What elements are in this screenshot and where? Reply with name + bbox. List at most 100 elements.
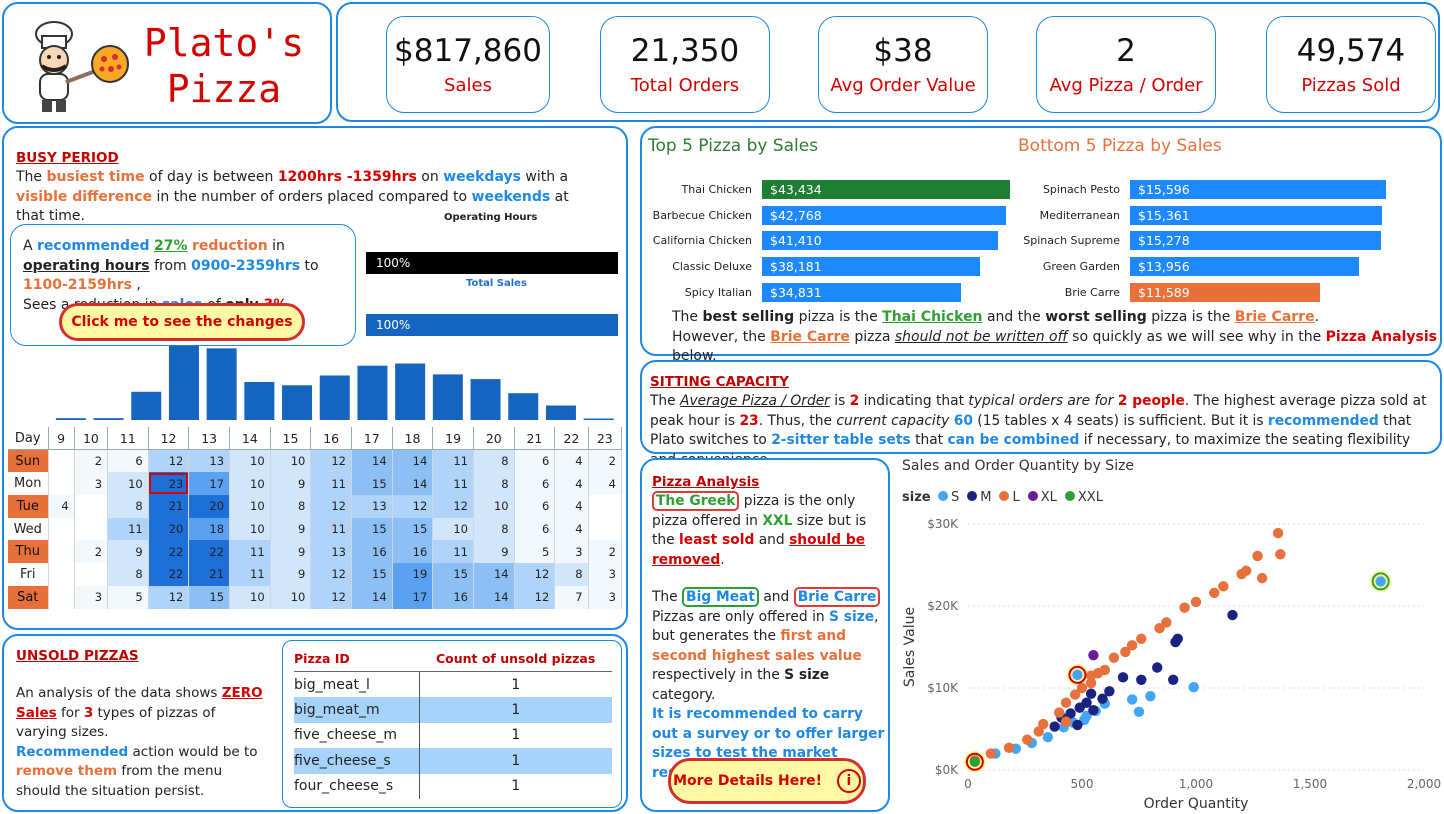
heatmap-cell: [588, 495, 623, 518]
scatter-point: [1104, 686, 1115, 697]
heatmap-cell: 17: [392, 585, 434, 609]
hour-day-heatmap: Day 9 10 11 12 13 14 15 16 17 18 19 20 21 22 23 Sun 2 6 12 1…: [8, 427, 623, 609]
heatmap-cell: 4: [554, 472, 589, 496]
heatmap-cell: 21: [148, 495, 190, 518]
heatmap-cell: 9: [107, 540, 149, 564]
heatmap-cell: 13: [310, 540, 352, 564]
heatmap-cell: 6: [514, 495, 556, 518]
hour-label: 14: [229, 427, 271, 451]
heatmap-cell: 16: [392, 540, 434, 564]
sales-quantity-scatter-plot: $0K $10K $20K $30K 0 500 1,000 1,500 2,000 Order …: [902, 517, 1441, 812]
heatmap-cell: 10: [107, 472, 149, 496]
hourly-orders-column-chart: [55, 345, 614, 420]
kpi-label: Avg Pizza / Order: [1049, 75, 1203, 96]
hour-label: 15: [270, 427, 312, 451]
scatter-point: [1188, 681, 1199, 693]
scatter-title: Sales and Order Quantity by Size: [902, 458, 1135, 474]
scatter-point: [1117, 672, 1129, 683]
heatmap-cell: 10: [229, 585, 271, 609]
heatmap-cell: 9: [473, 540, 515, 564]
unsold-pizzas-panel: UNSOLD PIZZAS An analysis of the data sh…: [2, 634, 628, 812]
heatmap-cell: 20: [148, 517, 190, 541]
kpi-label: Pizzas Sold: [1301, 75, 1401, 96]
heatmap-row: Sat 3 5 12 15 10 10 12 14 17 16 14 12 7 3: [8, 585, 623, 609]
scatter-point: [1038, 718, 1049, 730]
hour-label: 18: [392, 427, 434, 451]
pizza-analysis-panel: Pizza Analysis The Greek pizza is the on…: [640, 458, 890, 812]
app-title-line2: Pizza: [166, 67, 282, 111]
scatter-point: [1168, 674, 1179, 685]
bar-category-label: Spicy Italian: [684, 285, 752, 299]
heatmap-cell: 6: [514, 517, 556, 541]
legend-entry: S: [938, 490, 959, 505]
busy-period-panel: BUSY PERIOD The busiest time of day is b…: [2, 126, 628, 630]
heatmap-cell: [74, 517, 109, 541]
scatter-point: [1003, 742, 1015, 754]
legend-entry: L: [999, 490, 1020, 505]
day-label: Wed: [8, 517, 49, 541]
see-changes-button[interactable]: Click me to see the changes ↶: [59, 303, 305, 364]
heatmap-cell: 8: [270, 495, 312, 518]
heatmap-cell: 14: [351, 449, 393, 473]
heatmap-cell: [48, 585, 75, 609]
bar-category-label: Spinach Supreme: [1023, 234, 1120, 248]
scatter-point: [969, 756, 981, 767]
heatmap-cell: 7: [554, 585, 589, 609]
operating-hours-value: 100%: [376, 256, 411, 270]
hourly-bar: [432, 374, 463, 420]
heatmap-cell: 12: [148, 585, 190, 609]
heatmap-cell: 11: [229, 540, 271, 564]
scatter-point: [1145, 691, 1156, 702]
scatter-point: [1085, 688, 1097, 699]
day-label: Fri: [8, 563, 49, 586]
busy-period-heading: BUSY PERIOD: [16, 150, 119, 166]
best-worst-text: The best selling pizza is the Thai Chick…: [672, 309, 1437, 364]
scatter-point: [1375, 576, 1386, 587]
scatter-point: [1190, 596, 1202, 608]
operating-hours-bar: 100%: [366, 252, 618, 274]
more-details-button[interactable]: More Details Here! i: [668, 758, 866, 804]
heatmap-cell: 10: [270, 449, 312, 473]
hour-label: 20: [473, 427, 515, 451]
total-sales-title: Total Sales: [466, 278, 527, 289]
hour-label: 21: [514, 427, 556, 451]
heatmap-cell: 19: [392, 563, 434, 586]
table-row: five_cheese_m 1: [294, 722, 612, 748]
heatmap-cell: 4: [554, 449, 589, 473]
scatter-point: [1088, 704, 1099, 716]
heatmap-cell: 12: [514, 563, 556, 586]
y-tick-label: $0K: [935, 763, 959, 777]
col-pizza-id: Pizza ID: [294, 646, 420, 672]
scatter-point: [1136, 633, 1147, 644]
y-axis-label: Sales Value: [902, 607, 918, 687]
heatmap-cell: 9: [270, 472, 312, 496]
heatmap-cell: 18: [188, 517, 231, 541]
sitting-heading: SITTING CAPACITY: [650, 374, 789, 390]
bar: $43,434: [762, 180, 1010, 199]
scatter-chart-area: Sales and Order Quantity by Size size SM…: [894, 458, 1442, 812]
top-bottom-panel: Top 5 Pizza by Sales Bottom 5 Pizza by S…: [640, 126, 1442, 364]
scatter-point: [1240, 565, 1252, 576]
hourly-bar: [470, 379, 501, 420]
unsold-heading: UNSOLD PIZZAS: [16, 648, 139, 664]
kpi-value: 21,350: [630, 33, 740, 69]
heatmap-cell: 14: [351, 585, 393, 609]
heatmap-cell: 16: [432, 585, 474, 609]
bar: $38,181: [762, 257, 980, 277]
kpi-label: Sales: [444, 75, 492, 96]
unsold-pizzas-table: Pizza ID Count of unsold pizzas big_meat…: [294, 646, 612, 799]
scatter-point: [1161, 617, 1172, 628]
heatmap-cell: [74, 495, 109, 518]
scatter-point: [1126, 640, 1138, 651]
x-tick-label: 1,000: [1179, 777, 1213, 791]
sitting-capacity-panel: SITTING CAPACITY The Average Pizza / Ord…: [640, 360, 1442, 468]
heatmap-cell: [48, 540, 75, 564]
heatmap-cell: 8: [554, 563, 589, 586]
scatter-point: [1152, 662, 1163, 673]
heatmap-cell: 11: [229, 563, 271, 586]
heatmap-cell: 8: [473, 449, 515, 473]
table-header-row: Pizza ID Count of unsold pizzas: [294, 646, 612, 672]
kpi-card-pizzas-sold: 49,574 Pizzas Sold: [1266, 16, 1436, 113]
hour-label: 11: [107, 427, 149, 451]
heatmap-cell: 15: [351, 472, 393, 496]
